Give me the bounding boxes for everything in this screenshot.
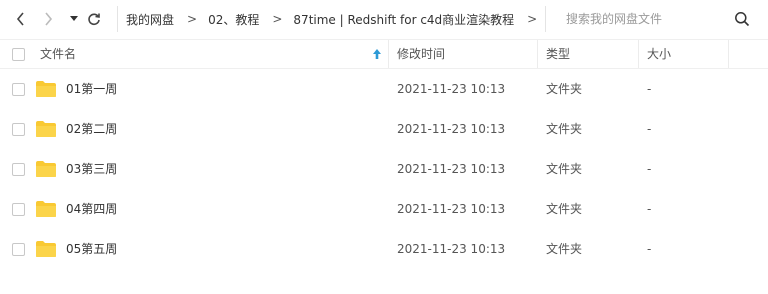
row-checkbox[interactable]: [12, 123, 25, 136]
select-all-checkbox[interactable]: [12, 48, 25, 61]
modified-time: 2021-11-23 10:13: [397, 242, 506, 256]
table-row[interactable]: 05第五周 2021-11-23 10:13 文件夹 -: [0, 229, 768, 269]
column-header-modified[interactable]: 修改时间: [397, 40, 445, 68]
file-size: -: [647, 82, 652, 96]
file-type: 文件夹: [546, 82, 583, 96]
folder-icon: [36, 161, 56, 177]
file-name[interactable]: 02第二周: [66, 109, 117, 149]
column-divider[interactable]: [388, 40, 389, 68]
column-header-type[interactable]: 类型: [546, 40, 570, 68]
table-row[interactable]: 01第一周 2021-11-23 10:13 文件夹 -: [0, 69, 768, 109]
folder-icon: [36, 121, 56, 137]
history-dropdown-button[interactable]: [64, 9, 84, 29]
column-header-name[interactable]: 文件名: [40, 40, 76, 68]
folder-icon: [36, 241, 56, 257]
file-name[interactable]: 04第四周: [66, 189, 117, 229]
breadcrumb-separator[interactable]: >: [527, 12, 537, 26]
file-type: 文件夹: [546, 122, 583, 136]
table-header: 文件名 修改时间 类型 大小: [0, 39, 768, 69]
file-name[interactable]: 03第三周: [66, 149, 117, 189]
row-checkbox[interactable]: [12, 83, 25, 96]
table-row[interactable]: 03第三周 2021-11-23 10:13 文件夹 -: [0, 149, 768, 189]
sort-ascending-icon[interactable]: [372, 48, 382, 60]
file-type: 文件夹: [546, 242, 583, 256]
file-name[interactable]: 01第一周: [66, 69, 117, 109]
folder-icon: [36, 201, 56, 217]
forward-button[interactable]: [38, 9, 58, 29]
file-name[interactable]: 05第五周: [66, 229, 117, 269]
toolbar: 我的网盘 > 02、教程 > 87time | Redshift for c4d…: [0, 0, 768, 38]
search-input[interactable]: [566, 10, 731, 28]
column-divider[interactable]: [728, 40, 729, 68]
file-size: -: [647, 202, 652, 216]
breadcrumb: 我的网盘 > 02、教程 > 87time | Redshift for c4d…: [117, 6, 548, 32]
breadcrumb-item-root[interactable]: 我的网盘: [126, 11, 174, 28]
column-divider[interactable]: [537, 40, 538, 68]
modified-time: 2021-11-23 10:13: [397, 202, 506, 216]
chevron-right-icon: [45, 12, 53, 26]
file-size: -: [647, 162, 652, 176]
folder-icon: [36, 81, 56, 97]
breadcrumb-separator: >: [187, 12, 198, 26]
column-divider[interactable]: [638, 40, 639, 68]
modified-time: 2021-11-23 10:13: [397, 162, 506, 176]
table-row[interactable]: 02第二周 2021-11-23 10:13 文件夹 -: [0, 109, 768, 149]
breadcrumb-item-current[interactable]: 87time | Redshift for c4d商业渲染教程: [293, 11, 514, 28]
refresh-icon: [88, 13, 100, 26]
modified-time: 2021-11-23 10:13: [397, 122, 506, 136]
refresh-button[interactable]: [84, 9, 104, 29]
row-checkbox[interactable]: [12, 243, 25, 256]
breadcrumb-separator: >: [272, 12, 283, 26]
file-size: -: [647, 122, 652, 136]
dropdown-caret-icon: [70, 16, 78, 21]
breadcrumb-item-tutorials[interactable]: 02、教程: [208, 11, 259, 28]
row-checkbox[interactable]: [12, 203, 25, 216]
file-type: 文件夹: [546, 202, 583, 216]
modified-time: 2021-11-23 10:13: [397, 82, 506, 96]
chevron-left-icon: [16, 12, 24, 26]
table-row[interactable]: 04第四周 2021-11-23 10:13 文件夹 -: [0, 189, 768, 229]
search-icon[interactable]: [734, 11, 750, 27]
file-size: -: [647, 242, 652, 256]
back-button[interactable]: [11, 9, 31, 29]
search-box: [545, 6, 768, 32]
row-checkbox[interactable]: [12, 163, 25, 176]
column-header-size[interactable]: 大小: [647, 40, 671, 68]
file-type: 文件夹: [546, 162, 583, 176]
